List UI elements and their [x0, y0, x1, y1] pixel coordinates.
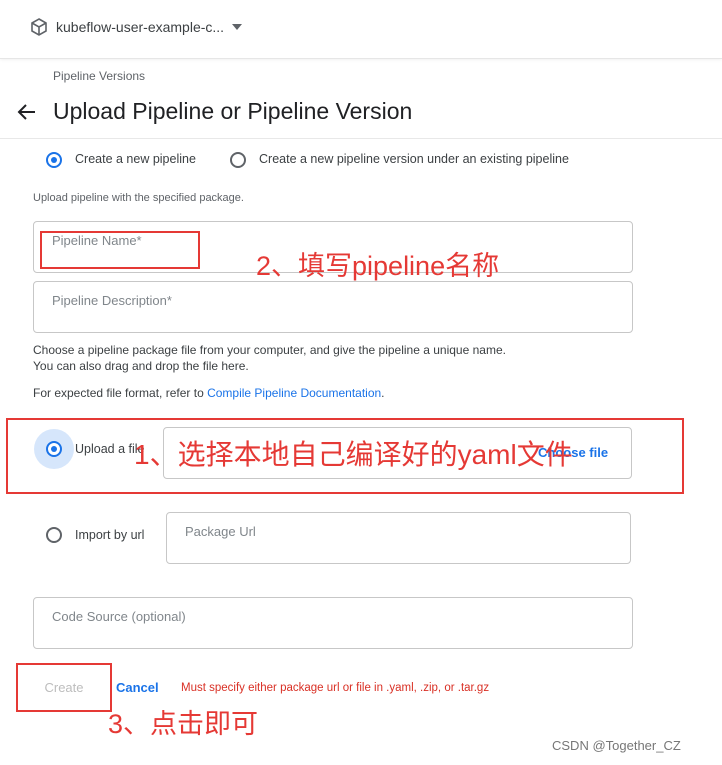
radio-new-pipeline-label[interactable]: Create a new pipeline — [75, 152, 196, 166]
format-prefix: For expected file format, refer to — [33, 386, 208, 400]
annotation-step-2: 2、填写pipeline名称 — [256, 251, 500, 281]
radio-new-version[interactable] — [230, 152, 246, 168]
package-url-input[interactable]: Package Url — [166, 512, 631, 564]
pipeline-description-placeholder: Pipeline Description* — [52, 293, 172, 308]
format-help: For expected file format, refer to Compi… — [33, 385, 385, 401]
compile-docs-link[interactable]: Compile Pipeline Documentation — [207, 386, 381, 400]
help-line-1: Choose a pipeline package file from your… — [33, 343, 506, 357]
code-source-input[interactable]: Code Source (optional) — [33, 597, 633, 649]
code-source-placeholder: Code Source (optional) — [52, 609, 186, 624]
upload-hint: Upload pipeline with the specified packa… — [33, 192, 244, 204]
annotation-step-1: 1、选择本地自己编译好的yaml文件 — [134, 439, 573, 470]
radio-import-url[interactable] — [46, 527, 62, 543]
annotation-box-create — [16, 663, 112, 712]
pipeline-description-input[interactable]: Pipeline Description* — [33, 281, 633, 333]
cancel-button[interactable]: Cancel — [116, 680, 159, 695]
top-bar: kubeflow-user-example-c... — [0, 0, 722, 59]
help-line-2: You can also drag and drop the file here… — [33, 359, 249, 373]
namespace-selector[interactable]: kubeflow-user-example-c... — [56, 19, 224, 35]
radio-new-pipeline[interactable] — [46, 152, 62, 168]
annotation-box-name — [40, 231, 200, 269]
divider — [0, 138, 722, 139]
package-url-placeholder: Package Url — [185, 524, 256, 539]
help-text: Choose a pipeline package file from your… — [33, 342, 506, 374]
watermark: CSDN @Together_CZ — [552, 738, 681, 753]
namespace-cube-icon — [31, 18, 47, 36]
breadcrumb[interactable]: Pipeline Versions — [53, 69, 145, 83]
radio-import-url-label[interactable]: Import by url — [75, 528, 144, 542]
chevron-down-icon[interactable] — [232, 24, 242, 30]
error-message: Must specify either package url or file … — [181, 682, 490, 694]
back-arrow-icon[interactable] — [16, 101, 38, 123]
page-title: Upload Pipeline or Pipeline Version — [53, 98, 413, 124]
annotation-step-3: 3、点击即可 — [108, 709, 259, 739]
radio-new-version-label[interactable]: Create a new pipeline version under an e… — [259, 152, 569, 166]
format-suffix: . — [381, 386, 385, 400]
